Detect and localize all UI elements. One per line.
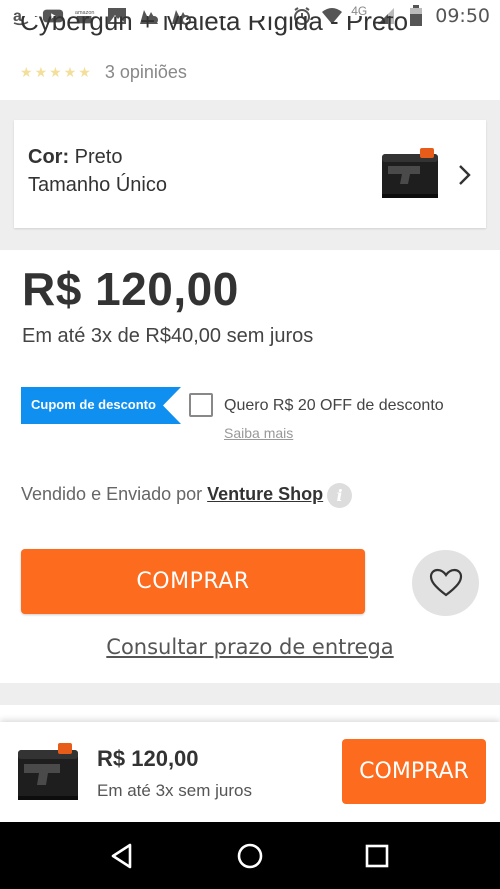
gun-case-thumbnail-icon	[380, 146, 442, 202]
sticky-price: R$ 120,00	[97, 746, 199, 771]
seller-prefix: Vendido e Enviado por	[21, 484, 208, 504]
home-circle-icon	[237, 843, 263, 868]
variant-color: Cor: Preto	[28, 146, 122, 169]
gun-case-thumbnail-icon	[14, 740, 82, 806]
recents-square-icon	[365, 844, 388, 867]
sticky-installments: Em até 3x sem juros	[97, 781, 252, 800]
product-title: Cybergun + Maleta Rígida - Preto	[20, 16, 409, 36]
star-icon: ★	[20, 64, 33, 80]
home-button[interactable]	[230, 836, 270, 876]
rating-stars: ★ ★ ★ ★ ★	[20, 64, 91, 81]
variant-size: Tamanho Único	[28, 174, 167, 196]
product-title-container: Cybergun + Maleta Rígida - Preto	[20, 16, 490, 40]
star-icon: ★	[34, 64, 48, 80]
seller-info: Vendido e Enviado por Venture Shop	[21, 484, 323, 505]
rating-count[interactable]: 3 opiniões	[105, 62, 187, 83]
coupon-checkbox[interactable]	[189, 393, 213, 417]
back-triangle-icon	[112, 843, 132, 868]
star-icon: ★	[78, 64, 91, 80]
star-icon: ★	[63, 64, 77, 80]
installments-info: Em até 3x de R$40,00 sem juros	[22, 325, 314, 347]
sticky-buy-button[interactable]: COMPRAR	[342, 739, 486, 804]
coupon-tag-label: Cupom de desconto	[31, 397, 156, 412]
seller-link[interactable]: Venture Shop	[207, 484, 323, 504]
learn-more-link[interactable]: Saiba mais	[224, 425, 293, 441]
rating[interactable]: ★ ★ ★ ★ ★ 3 opiniões	[20, 62, 187, 83]
buy-button[interactable]: COMPRAR	[21, 549, 365, 614]
chevron-right-icon	[454, 162, 474, 188]
android-nav-bar	[0, 822, 500, 889]
variant-selector[interactable]: Cor: Preto Tamanho Único	[14, 120, 486, 228]
star-icon: ★	[49, 64, 62, 80]
coupon-checkbox-label[interactable]: Quero R$ 20 OFF de desconto	[224, 397, 444, 415]
recents-button[interactable]	[357, 836, 397, 876]
coupon-tag: Cupom de desconto	[21, 387, 181, 424]
heart-icon	[429, 568, 462, 597]
product-price: R$ 120,00	[22, 263, 239, 315]
section-divider	[0, 683, 500, 705]
delivery-time-link[interactable]: Consultar prazo de entrega	[0, 635, 500, 659]
info-icon[interactable]: i	[327, 483, 352, 508]
variant-color-label: Cor:	[28, 146, 70, 168]
sticky-buy-bar: R$ 120,00 Em até 3x sem juros COMPRAR	[0, 722, 500, 822]
favorite-button[interactable]	[412, 550, 479, 616]
back-button[interactable]	[103, 836, 143, 876]
variant-color-value: Preto	[74, 146, 123, 168]
